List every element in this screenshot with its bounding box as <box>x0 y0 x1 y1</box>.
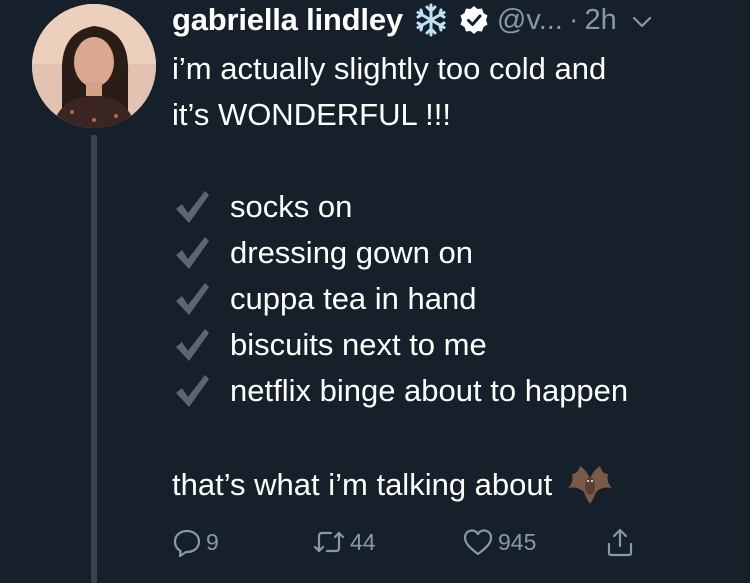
check-icon <box>172 187 212 227</box>
check-icon <box>172 371 212 411</box>
tweet[interactable]: gabriella lindley @v... · 2h i’m actuall… <box>0 0 750 583</box>
share-button[interactable] <box>604 522 636 562</box>
author-name[interactable]: gabriella lindley <box>172 2 403 38</box>
checklist-item: biscuits next to me <box>172 322 487 368</box>
checklist-item: netflix binge about to happen <box>172 368 628 414</box>
checklist-item: cuppa tea in hand <box>172 276 477 322</box>
checklist-label: dressing gown on <box>230 235 473 270</box>
thread-line <box>91 135 97 583</box>
reply-count: 9 <box>206 528 219 555</box>
like-button[interactable]: 945 <box>462 522 536 562</box>
tweet-closing: that’s what i’m talking about <box>172 462 616 508</box>
like-icon <box>462 527 494 557</box>
verified-badge-icon <box>459 5 489 35</box>
checklist-label: biscuits next to me <box>230 327 487 362</box>
avatar[interactable] <box>32 4 156 128</box>
tweet-actions: 9 44 945 <box>172 522 692 562</box>
separator-dot: · <box>568 3 579 36</box>
bat-icon <box>564 462 616 508</box>
timestamp[interactable]: 2h <box>585 4 617 37</box>
tweet-text-line: i’m actually slightly too cold and <box>172 51 607 86</box>
snowflake-icon <box>413 2 449 38</box>
checklist-item: dressing gown on <box>172 230 473 276</box>
share-icon <box>604 526 636 558</box>
check-icon <box>172 279 212 319</box>
chevron-down-icon[interactable] <box>631 11 653 33</box>
retweet-count: 44 <box>350 528 376 555</box>
retweet-button[interactable]: 44 <box>312 522 376 562</box>
author-handle[interactable]: @v... <box>497 4 563 37</box>
check-icon <box>172 325 212 365</box>
like-count: 945 <box>498 528 537 555</box>
tweet-text-line: it’s WONDERFUL !!! <box>172 97 452 132</box>
reply-button[interactable]: 9 <box>172 522 219 562</box>
checklist-label: socks on <box>230 189 353 224</box>
checklist-label: netflix binge about to happen <box>230 373 629 408</box>
checklist-label: cuppa tea in hand <box>230 281 477 316</box>
retweet-icon <box>312 527 346 557</box>
reply-icon <box>172 527 202 557</box>
closing-text: that’s what i’m talking about <box>172 467 553 502</box>
checklist-item: socks on <box>172 184 352 230</box>
tweet-header: gabriella lindley @v... · 2h <box>172 0 732 40</box>
check-icon <box>172 233 212 273</box>
